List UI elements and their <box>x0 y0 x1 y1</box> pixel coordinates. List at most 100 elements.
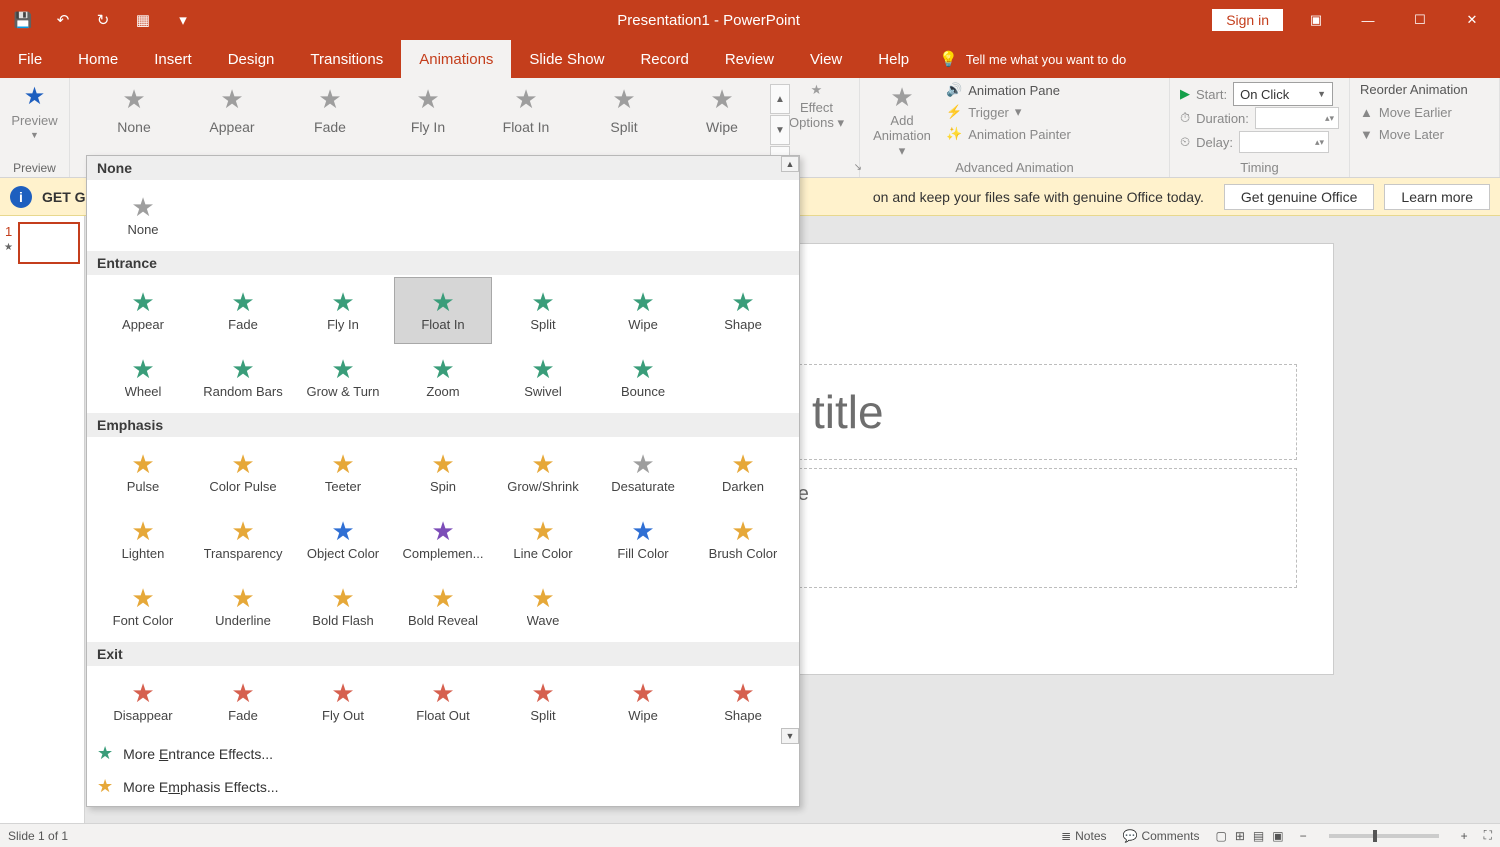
ribbon-display-icon[interactable]: ▣ <box>1296 0 1336 40</box>
quick-anim-fade[interactable]: ★Fade <box>294 84 366 135</box>
tab-animations[interactable]: Animations <box>401 40 511 78</box>
preview-button[interactable]: ★ Preview ▼ <box>8 82 61 140</box>
quick-anim-wipe[interactable]: ★Wipe <box>686 84 758 135</box>
trigger-button[interactable]: ⚡Trigger ▾ <box>946 104 1071 120</box>
reading-view-icon[interactable]: ▤ <box>1253 829 1264 843</box>
anim-swivel[interactable]: ★Swivel <box>494 344 592 411</box>
gallery-scroll-up-icon[interactable]: ▲ <box>781 156 799 172</box>
anim-brush-color[interactable]: ★Brush Color <box>694 506 792 573</box>
anim-float-in[interactable]: ★Float In <box>394 277 492 344</box>
anim-font-color[interactable]: ★Font Color <box>94 573 192 640</box>
close-icon[interactable]: ✕ <box>1452 0 1492 40</box>
quick-anim-fly-in[interactable]: ★Fly In <box>392 84 464 135</box>
present-icon[interactable]: ▦ <box>130 7 156 33</box>
tab-slide-show[interactable]: Slide Show <box>511 40 622 78</box>
start-dropdown[interactable]: On Click▼ <box>1233 82 1333 106</box>
anim-bold-flash[interactable]: ★Bold Flash <box>294 573 392 640</box>
more-entrance-effects[interactable]: ★More Entrance Effects... <box>87 737 799 770</box>
zoom-out-icon[interactable]: − <box>1300 829 1307 843</box>
anim-color-pulse[interactable]: ★Color Pulse <box>194 439 292 506</box>
anim-shape[interactable]: ★Shape <box>694 668 792 735</box>
anim-pulse[interactable]: ★Pulse <box>94 439 192 506</box>
anim-grow-turn[interactable]: ★Grow & Turn <box>294 344 392 411</box>
tab-insert[interactable]: Insert <box>136 40 210 78</box>
zoom-knob[interactable] <box>1373 830 1377 842</box>
tab-view[interactable]: View <box>792 40 860 78</box>
anim-fly-out[interactable]: ★Fly Out <box>294 668 392 735</box>
more-emphasis-effects[interactable]: ★More Emphasis Effects... <box>87 770 799 803</box>
anim-desaturate[interactable]: ★Desaturate <box>594 439 692 506</box>
notes-button[interactable]: ≣Notes <box>1061 829 1106 843</box>
anim-random-bars[interactable]: ★Random Bars <box>194 344 292 411</box>
anim-line-color[interactable]: ★Line Color <box>494 506 592 573</box>
slideshow-view-icon[interactable]: ▣ <box>1272 829 1283 843</box>
anim-wipe[interactable]: ★Wipe <box>594 277 692 344</box>
tell-me-search[interactable]: 💡Tell me what you want to do <box>927 40 1126 78</box>
anim-bold-reveal[interactable]: ★Bold Reveal <box>394 573 492 640</box>
minimize-icon[interactable]: — <box>1348 0 1388 40</box>
tab-file[interactable]: File <box>0 40 60 78</box>
anim-bounce[interactable]: ★Bounce <box>594 344 692 411</box>
anim-none[interactable]: ★None <box>94 182 192 249</box>
anim-object-color[interactable]: ★Object Color <box>294 506 392 573</box>
redo-icon[interactable]: ↻ <box>90 7 116 33</box>
zoom-slider[interactable] <box>1329 834 1439 838</box>
animation-pane-button[interactable]: 🔊Animation Pane <box>946 82 1071 98</box>
comments-button[interactable]: 💬Comments <box>1123 829 1200 843</box>
effect-options-button[interactable]: ★ Effect Options ▾ <box>784 82 849 131</box>
anim-grow-shrink[interactable]: ★Grow/Shrink <box>494 439 592 506</box>
quick-anim-appear[interactable]: ★Appear <box>196 84 268 135</box>
get-genuine-button[interactable]: Get genuine Office <box>1224 184 1374 210</box>
anim-spin[interactable]: ★Spin <box>394 439 492 506</box>
duration-spinner[interactable]: ▴▾ <box>1255 107 1339 129</box>
anim-float-out[interactable]: ★Float Out <box>394 668 492 735</box>
undo-icon[interactable]: ↶ <box>50 7 76 33</box>
anim-complemen-[interactable]: ★Complemen... <box>394 506 492 573</box>
normal-view-icon[interactable]: ▢ <box>1215 829 1226 843</box>
anim-split[interactable]: ★Split <box>494 668 592 735</box>
animation-painter-button[interactable]: ✨Animation Painter <box>946 126 1071 142</box>
anim-transparency[interactable]: ★Transparency <box>194 506 292 573</box>
anim-fly-in[interactable]: ★Fly In <box>294 277 392 344</box>
anim-appear[interactable]: ★Appear <box>94 277 192 344</box>
anim-wheel[interactable]: ★Wheel <box>94 344 192 411</box>
anim-fill-color[interactable]: ★Fill Color <box>594 506 692 573</box>
anim-fade[interactable]: ★Fade <box>194 668 292 735</box>
anim-lighten[interactable]: ★Lighten <box>94 506 192 573</box>
qat-customize-icon[interactable]: ▾ <box>170 7 196 33</box>
tab-record[interactable]: Record <box>622 40 706 78</box>
gallery-scroll-down-icon[interactable]: ▼ <box>781 728 799 744</box>
anim-underline[interactable]: ★Underline <box>194 573 292 640</box>
sorter-view-icon[interactable]: ⊞ <box>1235 829 1245 843</box>
sign-in-button[interactable]: Sign in <box>1211 8 1284 32</box>
quick-anim-split[interactable]: ★Split <box>588 84 660 135</box>
anim-teeter[interactable]: ★Teeter <box>294 439 392 506</box>
tab-home[interactable]: Home <box>60 40 136 78</box>
add-animation-button[interactable]: ★ Add Animation ▾ <box>870 82 934 159</box>
maximize-icon[interactable]: ☐ <box>1400 0 1440 40</box>
anim-wave[interactable]: ★Wave <box>494 573 592 640</box>
tab-review[interactable]: Review <box>707 40 792 78</box>
save-icon[interactable]: 💾 <box>10 7 36 33</box>
anim-shape[interactable]: ★Shape <box>694 277 792 344</box>
anim-fade[interactable]: ★Fade <box>194 277 292 344</box>
delay-spinner[interactable]: ▴▾ <box>1239 131 1329 153</box>
anim-wipe[interactable]: ★Wipe <box>594 668 692 735</box>
anim-darken[interactable]: ★Darken <box>694 439 792 506</box>
zoom-in-icon[interactable]: + <box>1461 829 1468 843</box>
move-later-button[interactable]: ▼Move Later <box>1360 123 1489 145</box>
gallery-down-icon[interactable]: ▼ <box>770 115 790 145</box>
slide-thumbnail-1[interactable]: 1 ★ <box>6 222 78 264</box>
learn-more-button[interactable]: Learn more <box>1384 184 1490 210</box>
anim-zoom[interactable]: ★Zoom <box>394 344 492 411</box>
anim-split[interactable]: ★Split <box>494 277 592 344</box>
quick-anim-float-in[interactable]: ★Float In <box>490 84 562 135</box>
quick-anim-none[interactable]: ★None <box>98 84 170 135</box>
gallery-up-icon[interactable]: ▲ <box>770 84 790 114</box>
move-earlier-button[interactable]: ▲Move Earlier <box>1360 101 1489 123</box>
tab-design[interactable]: Design <box>210 40 293 78</box>
fit-window-icon[interactable]: ⛶ <box>1484 828 1492 843</box>
dialog-launcher-icon[interactable]: ↘ <box>852 160 864 175</box>
anim-disappear[interactable]: ★Disappear <box>94 668 192 735</box>
tab-transitions[interactable]: Transitions <box>292 40 401 78</box>
